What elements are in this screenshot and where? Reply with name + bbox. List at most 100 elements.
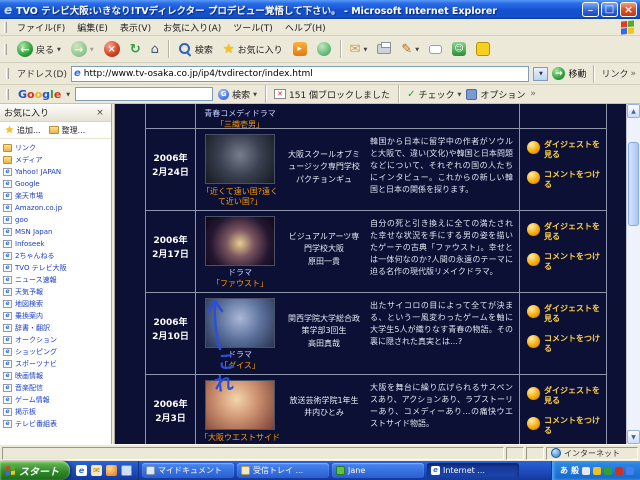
scroll-up-arrow[interactable]: ▲ xyxy=(627,104,640,118)
popup-blocker-button[interactable]: 151 個ブロックしました xyxy=(274,88,390,101)
scroll-down-arrow[interactable]: ▼ xyxy=(627,430,640,444)
options-button[interactable]: オプション xyxy=(466,88,525,101)
refresh-button[interactable]: ↻ xyxy=(126,41,145,58)
digest-button[interactable]: ダイジェストを見る xyxy=(527,140,602,161)
favorite-item[interactable]: Amazon.co.jp xyxy=(3,202,108,214)
scrollbar-thumb[interactable] xyxy=(628,142,639,226)
favorite-item[interactable]: リンク xyxy=(3,142,108,154)
edit-dropdown-icon[interactable] xyxy=(415,44,419,54)
address-input[interactable]: e http://www.tv-osaka.co.jp/ip4/tvdirect… xyxy=(70,65,530,82)
digest-button[interactable]: ダイジェストを見る xyxy=(527,386,602,407)
episode-thumbnail[interactable] xyxy=(205,216,275,266)
toolbar-overflow-chevron[interactable] xyxy=(530,89,536,99)
comment-button[interactable]: コメントをつける xyxy=(527,416,602,437)
minimize-button[interactable] xyxy=(582,2,599,17)
toolbar-grip[interactable] xyxy=(4,43,7,55)
back-dropdown-icon[interactable] xyxy=(57,44,61,54)
tray-icon[interactable] xyxy=(615,466,623,475)
comment-button[interactable]: コメントをつける xyxy=(527,252,602,273)
favorite-item[interactable]: 掲示板 xyxy=(3,406,108,418)
stop-button[interactable]: × xyxy=(100,39,124,59)
favorite-item[interactable]: 乗換案内 xyxy=(3,310,108,322)
episode-thumbnail[interactable] xyxy=(205,134,275,184)
quick-launch-mail-icon[interactable]: ✉ xyxy=(91,465,102,476)
favorites-organize-button[interactable]: 整理... xyxy=(48,125,85,136)
favorite-item[interactable]: ショッピング xyxy=(3,346,108,358)
back-button[interactable]: ← 戻る xyxy=(13,39,65,59)
antivirus-button[interactable] xyxy=(472,40,494,58)
history-button[interactable] xyxy=(313,40,335,58)
tray-icon[interactable] xyxy=(626,466,634,475)
favorite-item[interactable]: スポーツナビ xyxy=(3,358,108,370)
favorite-item[interactable]: 2ちゃんねる xyxy=(3,250,108,262)
mail-dropdown-icon[interactable] xyxy=(364,44,368,54)
favorites-add-button[interactable]: 追加... xyxy=(5,125,41,136)
quick-launch-ie-icon[interactable]: e xyxy=(76,465,87,476)
favorite-item[interactable]: Google xyxy=(3,178,108,190)
google-logo[interactable]: Google xyxy=(18,88,61,101)
print-button[interactable] xyxy=(373,42,395,56)
favorite-item[interactable]: goo xyxy=(3,214,108,226)
start-button[interactable]: スタート xyxy=(0,461,70,480)
comment-button[interactable]: コメントをつける xyxy=(527,170,602,191)
toolbar-grip[interactable] xyxy=(6,68,9,79)
favorite-item[interactable]: ゲーム情報 xyxy=(3,394,108,406)
google-search-button[interactable]: G 検索 xyxy=(218,88,257,101)
home-button[interactable]: ⌂ xyxy=(147,41,163,58)
links-button[interactable]: リンク xyxy=(601,67,636,80)
favorite-item[interactable]: ニュース速報 xyxy=(3,274,108,286)
messenger-button[interactable]: ☺ xyxy=(448,40,470,58)
address-dropdown-button[interactable] xyxy=(533,66,549,81)
menu-item[interactable]: お気に入り(A) xyxy=(157,19,227,36)
episode-thumbnail[interactable] xyxy=(205,298,275,348)
google-search-dropdown-icon[interactable] xyxy=(253,89,257,99)
favorite-item[interactable]: 地図検索 xyxy=(3,298,108,310)
google-search-input[interactable] xyxy=(75,87,214,101)
favorite-item[interactable]: オークション xyxy=(3,334,108,346)
menu-item[interactable]: 表示(V) xyxy=(114,19,157,36)
digest-button[interactable]: ダイジェストを見る xyxy=(527,222,602,243)
close-button[interactable] xyxy=(620,2,637,17)
edit-button[interactable]: ✎ xyxy=(397,41,423,58)
favorite-item[interactable]: 映画情報 xyxy=(3,370,108,382)
tray-icon[interactable] xyxy=(604,466,612,475)
vertical-scrollbar[interactable]: ▲ ▼ xyxy=(626,104,640,444)
forward-button[interactable]: → xyxy=(67,39,98,59)
favorite-item[interactable]: MSN Japan xyxy=(3,226,108,238)
ime-mode-indicator[interactable]: あ xyxy=(560,465,568,476)
tray-icon[interactable] xyxy=(593,466,601,475)
favorite-item[interactable]: Infoseek xyxy=(3,238,108,250)
episode-thumbnail[interactable] xyxy=(205,380,275,430)
favorite-item[interactable]: 楽天市場 xyxy=(3,190,108,202)
favorite-item[interactable]: メディア xyxy=(3,154,108,166)
favorite-item[interactable]: 天気予報 xyxy=(3,286,108,298)
favorites-panel-close-button[interactable] xyxy=(93,106,107,119)
tray-icon[interactable] xyxy=(582,466,590,475)
toolbar-grip[interactable] xyxy=(6,88,9,100)
favorite-item[interactable]: テレビ番組表 xyxy=(3,418,108,430)
google-logo-dropdown-icon[interactable] xyxy=(66,89,70,99)
quick-launch-media-icon[interactable] xyxy=(106,465,117,476)
discuss-button[interactable] xyxy=(425,43,446,56)
taskbar-task-button[interactable]: 受信トレイ ... xyxy=(237,463,329,478)
show-desktop-icon[interactable] xyxy=(121,465,132,476)
favorite-item[interactable]: 辞書・翻訳 xyxy=(3,322,108,334)
mail-button[interactable]: ✉ xyxy=(346,41,372,58)
menu-item[interactable]: ツール(T) xyxy=(227,19,279,36)
spellcheck-button[interactable]: ✓ チェック xyxy=(407,88,461,101)
menu-item[interactable]: 編集(E) xyxy=(71,19,114,36)
favorites-button[interactable]: ★ お気に入り xyxy=(219,41,287,58)
go-button[interactable]: → 移動 xyxy=(552,67,586,80)
taskbar-task-button[interactable]: Jane xyxy=(332,463,424,478)
toolbar-grip[interactable] xyxy=(4,21,7,33)
media-button[interactable]: ▸ xyxy=(289,40,311,58)
ime-conversion-indicator[interactable]: 般 xyxy=(571,465,579,476)
favorite-item[interactable]: TVO テレビ大阪 xyxy=(3,262,108,274)
digest-button[interactable]: ダイジェストを見る xyxy=(527,304,602,325)
maximize-button[interactable] xyxy=(601,2,618,17)
search-button[interactable]: 検索 xyxy=(174,40,217,58)
menu-item[interactable]: ファイル(F) xyxy=(11,19,71,36)
comment-button[interactable]: コメントをつける xyxy=(527,334,602,355)
favorite-item[interactable]: 音楽配信 xyxy=(3,382,108,394)
favorite-item[interactable]: Yahoo! JAPAN xyxy=(3,166,108,178)
